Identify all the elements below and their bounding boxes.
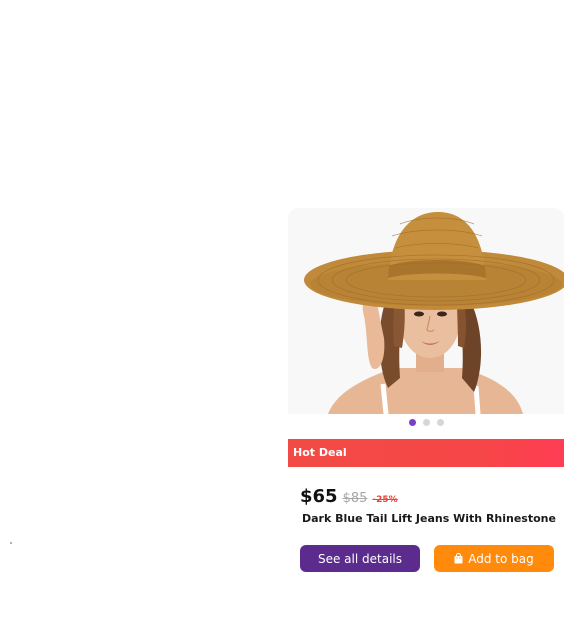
discount-badge: -25% <box>372 495 398 505</box>
product-photo <box>288 208 564 414</box>
stray-dot <box>10 542 12 544</box>
page: Hot Deal $65 $85 -25% Dark Blue Tail Lif… <box>0 0 568 618</box>
product-card[interactable]: Hot Deal $65 $85 -25% Dark Blue Tail Lif… <box>288 208 564 598</box>
add-to-bag-button[interactable]: Add to bag <box>434 545 554 572</box>
shopping-bag-icon <box>454 553 463 564</box>
current-price: $65 <box>300 486 338 507</box>
original-price: $85 <box>342 491 368 506</box>
see-all-details-button[interactable]: See all details <box>300 545 420 572</box>
add-to-bag-label: Add to bag <box>468 551 534 566</box>
carousel-indicator <box>288 417 564 427</box>
product-image[interactable] <box>288 208 564 414</box>
product-title[interactable]: Dark Blue Tail Lift Jeans With Rhineston… <box>302 512 558 525</box>
carousel-dot-1[interactable] <box>408 418 416 426</box>
see-all-details-label: See all details <box>317 551 402 566</box>
hot-deal-banner: Hot Deal <box>288 439 564 467</box>
price-row: $65 $85 -25% <box>300 486 398 510</box>
carousel-dot-2[interactable] <box>422 418 430 426</box>
carousel-dot-3[interactable] <box>436 418 444 426</box>
